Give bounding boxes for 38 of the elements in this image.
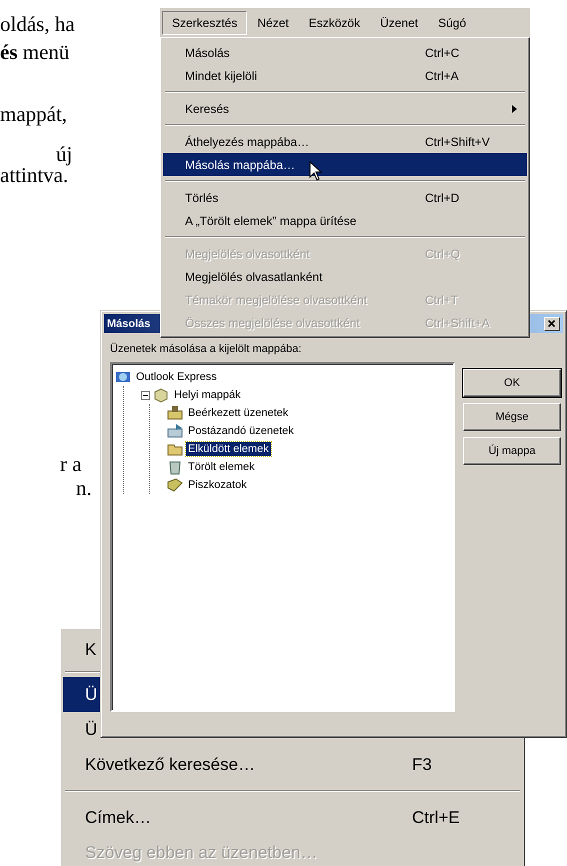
- menu-item[interactable]: Megjelölés olvasatlanként: [163, 265, 527, 288]
- menu-bar-item[interactable]: Súgó: [428, 10, 476, 34]
- body-text: n.: [76, 476, 92, 500]
- dialog-button[interactable]: OK: [463, 369, 561, 397]
- close-icon[interactable]: [544, 316, 560, 330]
- body-text: mappát,: [0, 102, 68, 126]
- menu-item[interactable]: Keresés: [163, 97, 527, 120]
- menu-item[interactable]: Másolás Ctrl+C: [163, 41, 527, 64]
- menu-item[interactable]: Következő keresése… F3: [63, 747, 522, 782]
- body-text: és menü: [0, 40, 70, 64]
- menu-item[interactable]: A „Törölt elemek” mappa ürítése: [163, 209, 527, 232]
- tree-item[interactable]: Elküldött elemek: [186, 442, 271, 456]
- tree-item[interactable]: Outlook Express: [134, 370, 219, 384]
- tree-item[interactable]: Postázandó üzenetek: [186, 424, 296, 438]
- menu-item[interactable]: Címek… Ctrl+E: [63, 800, 522, 835]
- menu-bar-item[interactable]: Üzenet: [370, 10, 428, 34]
- collapse-icon[interactable]: [141, 390, 150, 400]
- tree-item[interactable]: Helyi mappák: [172, 388, 243, 402]
- tree-item[interactable]: Törölt elemek: [186, 460, 257, 474]
- menu-item[interactable]: Mindet kijelöli Ctrl+A: [163, 64, 527, 87]
- cursor-icon: [309, 161, 323, 183]
- dialog-button[interactable]: Mégse: [463, 403, 561, 431]
- menu-bar-item[interactable]: Eszközök: [298, 10, 370, 34]
- submenu-arrow-icon: [512, 104, 517, 112]
- menu-bar-item[interactable]: Nézet: [247, 10, 299, 34]
- tree-item[interactable]: Piszkozatok: [186, 478, 249, 492]
- menu-item[interactable]: Áthelyezés mappába… Ctrl+Shift+V: [163, 130, 527, 153]
- dialog-prompt: Üzenetek másolása a kijelölt mappába:: [110, 343, 302, 355]
- trash-icon: [167, 459, 183, 475]
- dialog-button[interactable]: Új mappa: [463, 437, 561, 465]
- body-text: oldás, ha: [0, 12, 75, 36]
- menu-bar-item[interactable]: Szerkesztés: [162, 10, 248, 34]
- menu-item[interactable]: Törlés Ctrl+D: [163, 186, 527, 209]
- body-text: r a: [60, 452, 82, 476]
- app-icon: [115, 369, 131, 385]
- body-text: új: [56, 142, 72, 166]
- tree-item[interactable]: Beérkezett üzenetek: [186, 406, 290, 420]
- window-title: Másolás: [107, 318, 150, 330]
